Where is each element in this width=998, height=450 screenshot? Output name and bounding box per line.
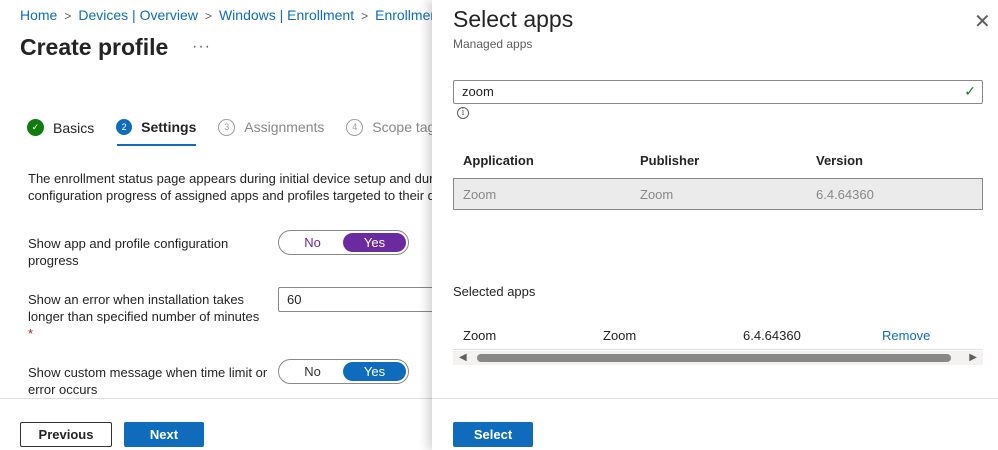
page-title: Create profile — [20, 34, 169, 60]
breadcrumb: Home > Devices | Overview > Windows | Enroll… — [20, 7, 432, 23]
info-icon[interactable]: i — [457, 107, 469, 119]
step-assignments[interactable]: 3 Assignments — [218, 118, 325, 136]
pane-footer: Select — [432, 398, 998, 450]
timeout-label: Show an error when installation takes lo… — [28, 291, 268, 342]
cell-application: Zoom — [463, 187, 497, 202]
breadcrumb-home[interactable]: Home — [20, 7, 57, 23]
toggle-yes-option[interactable]: Yes — [343, 233, 406, 252]
chevron-right-icon: > — [204, 9, 212, 23]
description-line: configuration progress of assigned apps … — [28, 188, 432, 203]
custom-message-toggle[interactable]: No Yes — [278, 359, 409, 384]
next-button[interactable]: Next — [124, 422, 204, 447]
step-label: Settings — [141, 119, 197, 135]
blade-footer: Previous Next — [0, 398, 432, 450]
selected-application: Zoom — [463, 328, 497, 343]
divider — [453, 349, 983, 350]
close-icon[interactable]: ✕ — [974, 9, 991, 34]
step-label: Basics — [53, 119, 95, 136]
timeout-label-text: Show an error when installation takes lo… — [28, 292, 260, 324]
select-button[interactable]: Select — [453, 422, 533, 447]
step-number: 3 — [218, 118, 236, 136]
previous-button[interactable]: Previous — [20, 422, 112, 447]
chevron-right-icon: > — [64, 9, 72, 23]
search-value: zoom — [462, 84, 494, 99]
more-options-icon[interactable]: ··· — [192, 38, 211, 56]
required-asterisk: * — [28, 326, 34, 341]
show-progress-label: Show app and profile configuration progr… — [28, 236, 229, 268]
breadcrumb-enrollment[interactable]: Enrollment — [375, 7, 432, 23]
custom-message-label: Show custom message when time limit or e… — [28, 365, 268, 397]
pane-subtitle: Managed apps — [453, 37, 533, 51]
app-search-input[interactable]: zoom ✓ — [453, 80, 983, 104]
selected-apps-heading: Selected apps — [453, 284, 536, 299]
column-header-application[interactable]: Application — [463, 153, 534, 168]
column-header-publisher[interactable]: Publisher — [640, 153, 699, 168]
toggle-no-option[interactable]: No — [281, 362, 344, 381]
step-number: 2 — [116, 119, 133, 135]
step-label: Scope tags — [372, 119, 432, 135]
step-label: Assignments — [244, 119, 325, 135]
active-step-indicator — [117, 144, 196, 146]
selected-publisher: Zoom — [603, 328, 637, 343]
scroll-left-icon[interactable]: ◀ — [459, 352, 467, 363]
checkmark-icon: ✓ — [27, 119, 44, 136]
scrollbar-thumb[interactable] — [477, 354, 951, 362]
step-number: 4 — [346, 118, 364, 136]
remove-link[interactable]: Remove — [882, 328, 930, 343]
create-profile-blade: Home > Devices | Overview > Windows | Enroll… — [0, 0, 432, 450]
step-scope-tags[interactable]: 4 Scope tags — [346, 118, 432, 136]
table-row[interactable]: Zoom Zoom 6.4.64360 — [453, 178, 983, 210]
selected-version: 6.4.64360 — [743, 328, 801, 343]
scroll-right-icon[interactable]: ▶ — [969, 352, 977, 363]
settings-description: The enrollment status page appears durin… — [28, 170, 432, 204]
column-header-version[interactable]: Version — [816, 153, 863, 168]
breadcrumb-devices-overview[interactable]: Devices | Overview — [78, 7, 198, 23]
toggle-no-option[interactable]: No — [281, 233, 344, 252]
cell-publisher: Zoom — [640, 187, 674, 202]
step-basics[interactable]: ✓ Basics — [27, 119, 94, 136]
cell-version: 6.4.64360 — [816, 187, 874, 202]
horizontal-scrollbar[interactable]: ◀ ▶ — [453, 351, 983, 365]
timeout-minutes-input[interactable]: 60 — [278, 287, 432, 312]
pane-title: Select apps — [453, 6, 574, 32]
wizard-steps: ✓ Basics 2 Settings 3 Assignments 4 Scop… — [27, 117, 432, 136]
chevron-right-icon: > — [361, 9, 369, 23]
select-apps-pane: Select apps Managed apps ✕ zoom ✓ i Appl… — [432, 0, 998, 450]
breadcrumb-windows-enrollment[interactable]: Windows | Enrollment — [219, 7, 354, 23]
show-progress-toggle[interactable]: No Yes — [278, 230, 409, 255]
toggle-yes-option[interactable]: Yes — [343, 362, 406, 381]
checkmark-icon: ✓ — [964, 83, 976, 99]
description-line: The enrollment status page appears durin… — [28, 171, 432, 186]
step-settings[interactable]: 2 Settings — [116, 119, 196, 135]
